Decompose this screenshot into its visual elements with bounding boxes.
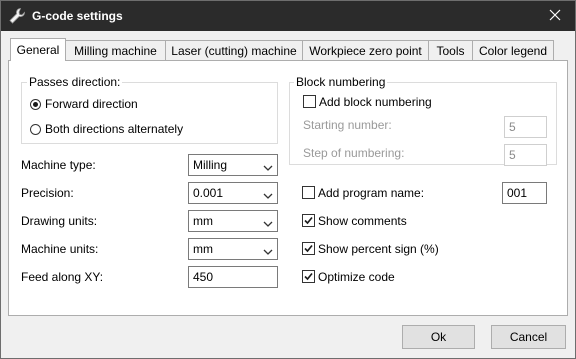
both-directions-radio[interactable] bbox=[30, 124, 41, 135]
tab-milling-machine[interactable]: Milling machine bbox=[65, 40, 166, 60]
show-percent-checkbox[interactable] bbox=[302, 242, 315, 255]
add-block-numbering-label[interactable]: Add block numbering bbox=[319, 95, 432, 109]
machine-units-label: Machine units: bbox=[21, 242, 99, 256]
drawing-units-value: mm bbox=[193, 214, 213, 228]
tab-label: Color legend bbox=[478, 43, 548, 58]
cancel-button[interactable]: Cancel bbox=[491, 325, 566, 349]
step-of-numbering-label: Step of numbering: bbox=[303, 146, 405, 160]
tab-label: General bbox=[16, 43, 60, 57]
machine-type-label: Machine type: bbox=[21, 158, 96, 172]
show-comments-checkbox[interactable] bbox=[302, 214, 315, 227]
precision-label: Precision: bbox=[21, 186, 74, 200]
tab-strip: General Milling machine Laser (cutting) … bbox=[8, 38, 568, 61]
machine-type-value: Milling bbox=[193, 158, 228, 172]
forward-direction-label[interactable]: Forward direction bbox=[45, 97, 138, 111]
checkmark-icon bbox=[304, 216, 313, 225]
add-program-name-checkbox[interactable] bbox=[302, 186, 315, 199]
tab-workpiece-zero-point[interactable]: Workpiece zero point bbox=[302, 40, 429, 60]
show-percent-label[interactable]: Show percent sign (%) bbox=[318, 242, 439, 256]
wrench-icon bbox=[8, 7, 26, 25]
block-numbering-group: Block numbering Add block numbering Star… bbox=[289, 75, 557, 166]
drawing-units-select[interactable]: mm bbox=[188, 210, 278, 232]
machine-units-value: mm bbox=[193, 242, 213, 256]
general-panel: Passes direction: Forward direction Both… bbox=[8, 60, 568, 316]
tab-laser-machine[interactable]: Laser (cutting) machine bbox=[165, 40, 303, 60]
machine-type-select[interactable]: Milling bbox=[188, 154, 278, 176]
chevron-down-icon bbox=[263, 189, 273, 199]
tab-label: Tools bbox=[436, 43, 465, 58]
ok-label: Ok bbox=[430, 330, 447, 344]
chevron-down-icon bbox=[263, 217, 273, 227]
machine-units-select[interactable]: mm bbox=[188, 238, 278, 260]
tab-label: Workpiece zero point bbox=[309, 43, 422, 58]
ok-button[interactable]: Ok bbox=[402, 325, 475, 349]
close-button[interactable] bbox=[535, 1, 575, 31]
drawing-units-label: Drawing units: bbox=[21, 214, 98, 228]
tab-label: Milling machine bbox=[74, 43, 157, 58]
cancel-label: Cancel bbox=[509, 330, 548, 344]
show-comments-label[interactable]: Show comments bbox=[318, 214, 407, 228]
checkmark-icon bbox=[304, 272, 313, 281]
block-numbering-legend: Block numbering bbox=[294, 75, 388, 89]
tab-label: Laser (cutting) machine bbox=[171, 43, 297, 58]
precision-value: 0.001 bbox=[193, 186, 224, 200]
gcode-settings-dialog: G-code settings General Milling machine … bbox=[0, 0, 576, 359]
title-bar: G-code settings bbox=[1, 1, 575, 31]
chevron-down-icon bbox=[263, 245, 273, 255]
chevron-down-icon bbox=[263, 161, 273, 171]
starting-number-label: Starting number: bbox=[303, 118, 392, 132]
both-directions-label[interactable]: Both directions alternately bbox=[45, 122, 183, 136]
program-name-input[interactable] bbox=[502, 182, 547, 204]
starting-number-input[interactable] bbox=[504, 116, 547, 138]
dialog-title: G-code settings bbox=[32, 9, 123, 23]
precision-select[interactable]: 0.001 bbox=[188, 182, 278, 204]
feed-along-xy-input[interactable] bbox=[188, 266, 278, 288]
tab-general[interactable]: General bbox=[10, 38, 66, 61]
optimize-code-checkbox[interactable] bbox=[302, 270, 315, 283]
passes-direction-legend: Passes direction: bbox=[27, 75, 123, 89]
optimize-code-label[interactable]: Optimize code bbox=[318, 270, 395, 284]
feed-along-xy-label: Feed along XY: bbox=[21, 270, 104, 284]
passes-direction-group: Passes direction: Forward direction Both… bbox=[21, 75, 278, 144]
checkmark-icon bbox=[304, 244, 313, 253]
add-program-name-label[interactable]: Add program name: bbox=[318, 186, 424, 200]
close-icon bbox=[549, 9, 561, 24]
add-block-numbering-checkbox[interactable] bbox=[303, 95, 316, 108]
step-of-numbering-input[interactable] bbox=[504, 144, 547, 166]
tab-color-legend[interactable]: Color legend bbox=[472, 40, 554, 60]
forward-direction-radio[interactable] bbox=[30, 99, 41, 110]
tab-tools[interactable]: Tools bbox=[428, 40, 473, 60]
